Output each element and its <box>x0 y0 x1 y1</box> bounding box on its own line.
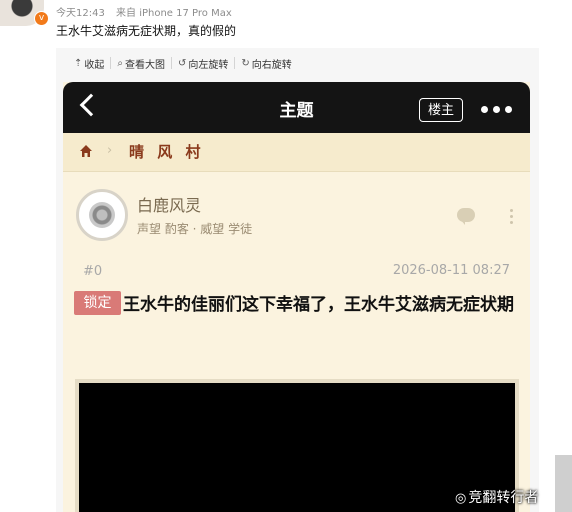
rotate-right-button[interactable]: ↻ 向右旋转 <box>235 57 297 71</box>
post-date: 2026-08-11 08:27 <box>392 263 510 278</box>
locked-badge: 锁定 <box>74 291 121 315</box>
view-large-button[interactable]: ⌕ 查看大图 <box>111 57 172 71</box>
watermark-text: 竞翻转行者 <box>468 490 539 506</box>
collapse-icon: ⇡ <box>74 57 83 69</box>
forum-name[interactable]: 晴 风 村 <box>129 141 204 162</box>
thread-title: 王水牛的佳丽们这下幸福了，王水牛艾滋病无症状期 <box>123 295 514 315</box>
kebab-menu-icon[interactable] <box>510 209 513 224</box>
rotate-left-label: 向左旋转 <box>188 59 229 71</box>
image-toolbar: ⇡ 收起 ⌕ 查看大图 ↺ 向左旋转 ↻ 向右旋转 <box>56 48 539 78</box>
author-name[interactable]: 白鹿风灵 <box>137 192 201 216</box>
rotate-left-button[interactable]: ↺ 向左旋转 <box>172 57 236 71</box>
breadcrumb-separator-icon: › <box>107 143 113 158</box>
app-header: 主题 楼主 <box>63 82 530 133</box>
breadcrumb: › 晴 风 村 <box>63 133 530 172</box>
zoom-icon: ⌕ <box>117 57 123 69</box>
author-avatar[interactable] <box>76 189 128 241</box>
post-text: 王水牛艾滋病无症状期，真的假的 <box>56 24 237 38</box>
reply-icon[interactable] <box>457 208 475 225</box>
post-source: 来自 iPhone 17 Pro Max <box>116 8 232 19</box>
weibo-logo-icon: ◎ <box>455 491 467 506</box>
view-large-label: 查看大图 <box>125 59 165 71</box>
author-meta: 声望 酌客 · 威望 学徒 <box>137 222 253 236</box>
verified-badge: v <box>34 11 49 26</box>
floor-number: #0 <box>83 264 103 279</box>
post-meta: 今天12:43 来自 iPhone 17 Pro Max <box>56 4 232 19</box>
floor-owner-button[interactable]: 楼主 <box>419 98 463 122</box>
embedded-screenshot[interactable]: 主题 楼主 › 晴 风 村 白鹿风灵 声望 酌客 · 威望 学徒 #0 2026… <box>63 82 530 512</box>
rotate-right-icon: ↻ <box>241 57 250 69</box>
media-block[interactable] <box>75 379 519 512</box>
more-icon[interactable] <box>481 106 512 113</box>
collapse-label: 收起 <box>84 59 105 71</box>
rotate-left-icon: ↺ <box>178 57 187 69</box>
post-time: 今天12:43 <box>56 8 105 19</box>
collapse-button[interactable]: ⇡ 收起 <box>68 57 112 71</box>
rotate-right-label: 向右旋转 <box>251 59 292 71</box>
side-strip <box>555 455 572 512</box>
watermark: ◎ 竞翻转行者 <box>455 487 538 507</box>
home-icon[interactable] <box>79 144 93 158</box>
